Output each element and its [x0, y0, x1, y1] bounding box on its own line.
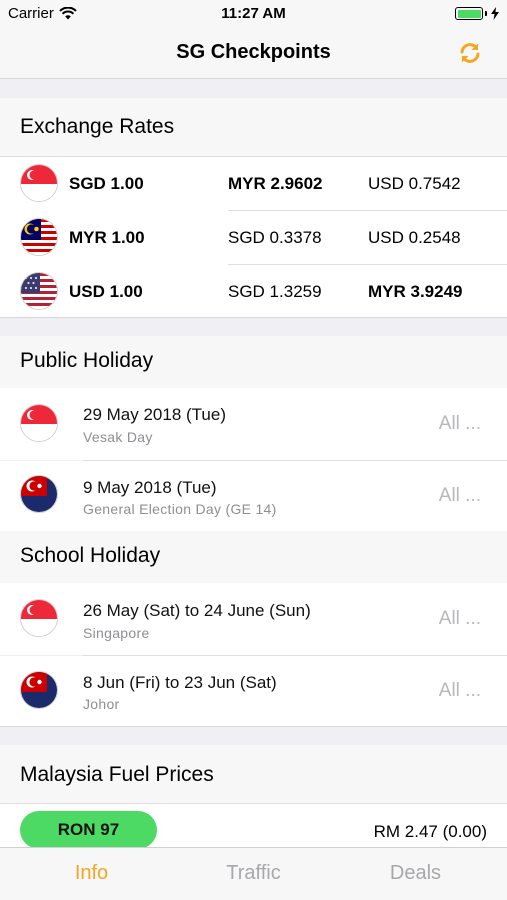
list-item[interactable]: 9 May 2018 (Tue) General Election Day (G… — [0, 461, 507, 531]
holiday-name: Johor — [83, 696, 120, 712]
navigation-bar: SG Checkpoints — [0, 28, 507, 79]
fuel-price: RM 2.47 (0.00) — [373, 822, 487, 841]
johor-flag-icon — [20, 671, 58, 709]
fuel-prices-card: Malaysia Fuel Prices RON 97 RM 2.47 (0.0… — [0, 745, 507, 849]
public-holiday-header: Public Holiday — [0, 336, 507, 388]
rate-row-myr[interactable]: MYR 1.00 SGD 0.3378 USD 0.2548 — [0, 211, 507, 265]
rate-value: SGD 0.3378 — [228, 228, 322, 247]
holiday-name: General Election Day (GE 14) — [83, 501, 277, 517]
rate-value: MYR 2.9602 — [228, 174, 323, 193]
list-item[interactable]: 29 May 2018 (Tue) Vesak Day All ... — [0, 388, 507, 460]
fuel-prices-header: Malaysia Fuel Prices — [0, 745, 507, 803]
rate-value: USD 0.7542 — [368, 174, 461, 193]
holiday-scope: All ... — [438, 680, 481, 701]
holiday-date: 9 May 2018 (Tue) — [83, 478, 217, 497]
exchange-rates-header: Exchange Rates — [0, 98, 507, 156]
holiday-date: 8 Jun (Fri) to 23 Jun (Sat) — [83, 673, 277, 692]
list-item[interactable]: 26 May (Sat) to 24 June (Sun) Singapore … — [0, 583, 507, 655]
battery-icon — [455, 7, 499, 20]
holiday-scope: All ... — [438, 608, 481, 629]
holiday-name: Singapore — [83, 625, 150, 641]
holiday-name: Vesak Day — [83, 429, 153, 445]
tab-deals[interactable]: Deals — [331, 862, 500, 885]
malaysia-flag-icon — [20, 218, 58, 256]
johor-flag-icon — [20, 475, 58, 513]
tab-bar: Info Traffic Deals — [0, 847, 507, 900]
public-holiday-title: Public Holiday — [20, 349, 154, 372]
fuel-prices-title: Malaysia Fuel Prices — [20, 763, 214, 786]
rate-value: USD 0.2548 — [368, 228, 461, 247]
status-time: 11:27 AM — [221, 5, 286, 22]
holiday-scope: All ... — [438, 413, 481, 434]
holiday-date: 29 May 2018 (Tue) — [83, 405, 226, 424]
holiday-date: 26 May (Sat) to 24 June (Sun) — [83, 601, 311, 620]
rate-row-sgd[interactable]: SGD 1.00 MYR 2.9602 USD 0.7542 — [0, 157, 507, 211]
singapore-flag-icon — [20, 404, 58, 442]
status-bar: Carrier 11:27 AM — [0, 0, 507, 28]
page-title: SG Checkpoints — [176, 41, 331, 63]
list-item[interactable]: 8 Jun (Fri) to 23 Jun (Sat) Johor All ..… — [0, 656, 507, 726]
exchange-rates-card: Exchange Rates SGD 1.00 MYR 2.9602 USD 0… — [0, 98, 507, 318]
fuel-grade-badge: RON 97 — [20, 811, 157, 849]
singapore-flag-icon — [20, 164, 58, 202]
school-holiday-title: School Holiday — [20, 544, 161, 567]
rate-value: MYR 3.9249 — [368, 282, 463, 301]
usa-flag-icon — [20, 272, 58, 310]
tab-traffic[interactable]: Traffic — [169, 862, 338, 885]
charging-icon — [491, 7, 499, 20]
holiday-scope: All ... — [438, 485, 481, 506]
school-holiday-header: School Holiday — [0, 531, 507, 583]
rate-base: SGD 1.00 — [69, 174, 144, 193]
exchange-rates-title: Exchange Rates — [20, 115, 175, 138]
tab-info[interactable]: Info — [7, 862, 176, 885]
refresh-icon[interactable] — [457, 40, 483, 66]
rate-row-usd[interactable]: USD 1.00 SGD 1.3259 MYR 3.9249 — [0, 265, 507, 319]
singapore-flag-icon — [20, 599, 58, 637]
rate-base: USD 1.00 — [69, 282, 143, 301]
rate-base: MYR 1.00 — [69, 228, 145, 247]
rate-value: SGD 1.3259 — [228, 282, 322, 301]
